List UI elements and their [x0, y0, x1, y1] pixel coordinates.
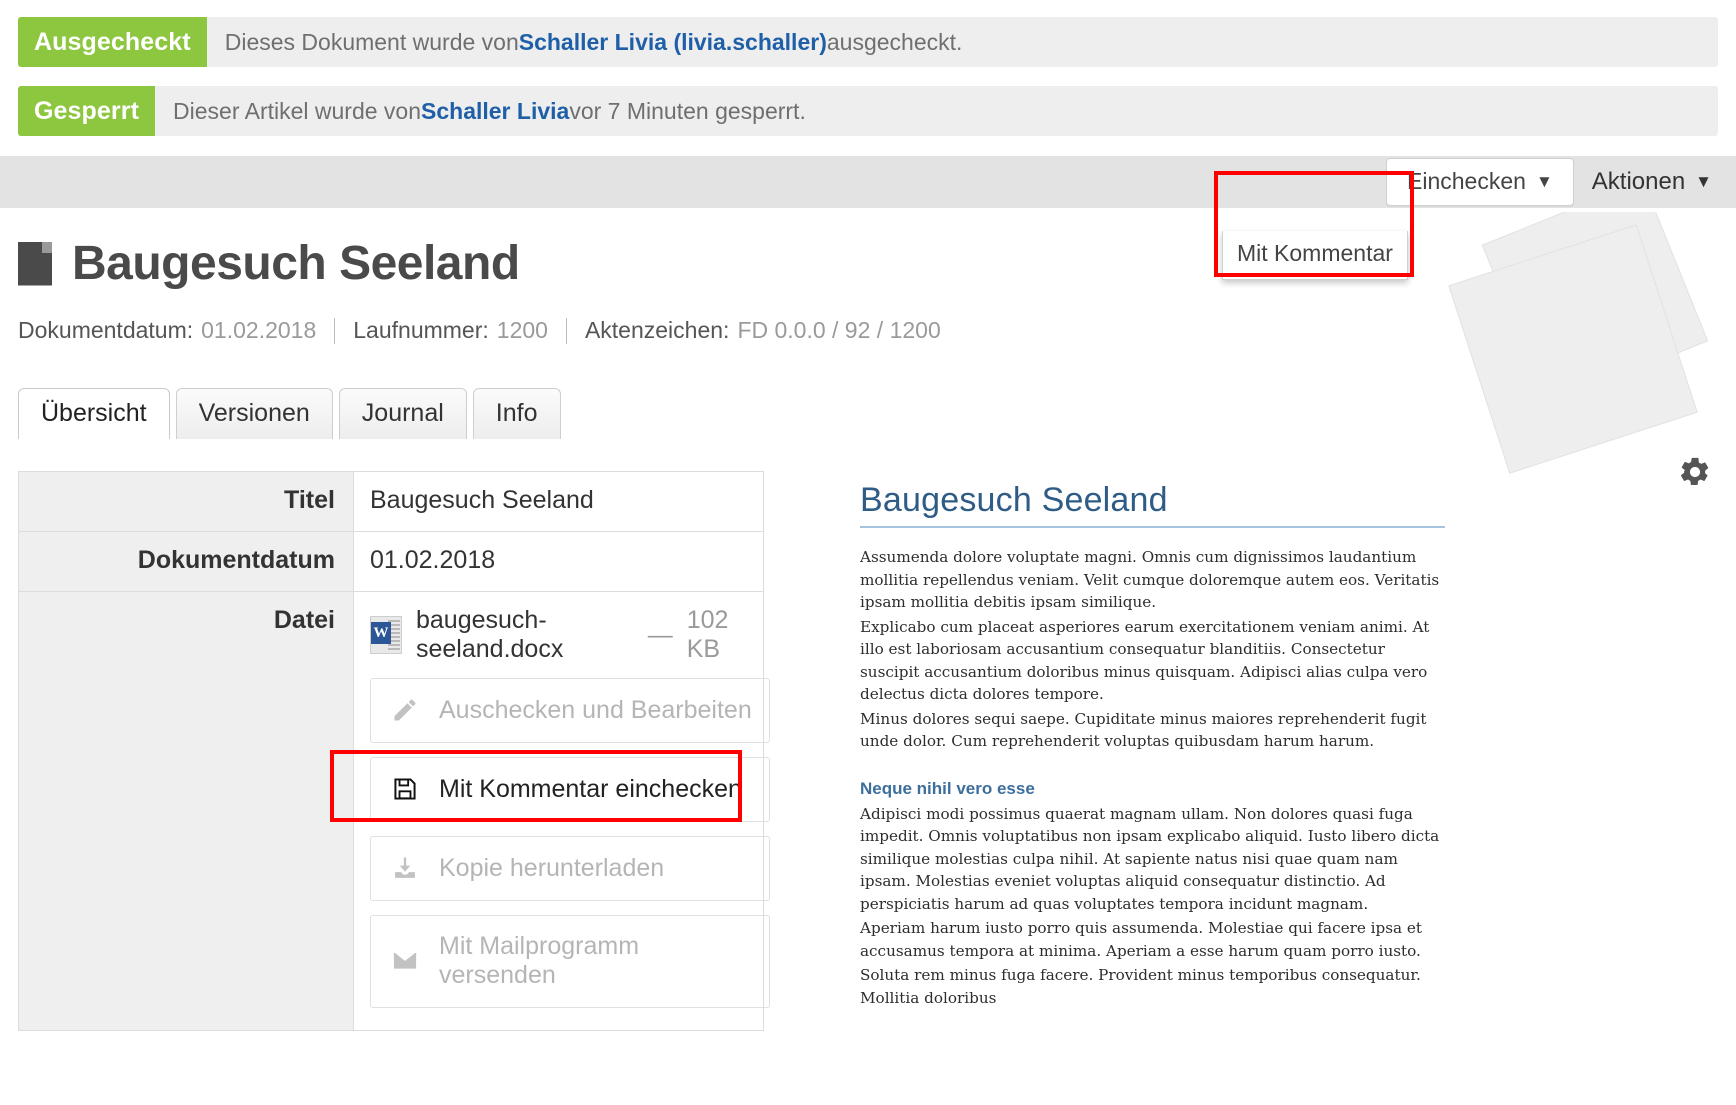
document-info-table: Titel Baugesuch Seeland Dokumentdatum 01…: [18, 471, 770, 1031]
main-content: Titel Baugesuch Seeland Dokumentdatum 01…: [0, 471, 1736, 1031]
download-icon: [389, 853, 421, 883]
lock-text-after: vor 7 Minuten gesperrt.: [569, 97, 806, 124]
mit-mailprogramm-versenden-button[interactable]: Mit Mailprogramm versenden: [370, 915, 770, 1008]
preview-title-rule: [860, 526, 1445, 528]
row-key-titel: Titel: [18, 471, 354, 532]
document-toolbar: Einchecken ▼ Aktionen ▼: [0, 156, 1736, 208]
file-name[interactable]: baugesuch-seeland.docx: [416, 606, 634, 664]
chevron-down-icon-2: ▼: [1695, 172, 1712, 191]
table-row-datei: Datei W baugesuch-seeland.docx — 102 KB: [18, 591, 770, 1031]
dropdown-item-mit-kommentar[interactable]: Mit Kommentar: [1223, 231, 1407, 279]
mit-kommentar-einchecken-label: Mit Kommentar einchecken: [439, 774, 742, 803]
document-tabs: Übersicht Versionen Journal Info: [18, 388, 1736, 439]
row-key-datei: Datei: [18, 591, 354, 1031]
aktionen-button[interactable]: Aktionen ▼: [1574, 159, 1718, 206]
meta-value-laufnummer: 1200: [496, 317, 548, 343]
tab-journal[interactable]: Journal: [338, 388, 467, 439]
kopie-herunterladen-label: Kopie herunterladen: [439, 853, 665, 882]
banner-text-before: Dieses Dokument wurde von: [224, 28, 519, 55]
status-badge-ausgecheckt: Ausgecheckt: [18, 17, 207, 67]
row-value-datei: W baugesuch-seeland.docx — 102 KB Ausche…: [353, 591, 770, 1031]
file-info-line: W baugesuch-seeland.docx — 102 KB: [370, 606, 751, 664]
word-file-icon: W: [370, 616, 402, 654]
kopie-herunterladen-button[interactable]: Kopie herunterladen: [370, 836, 770, 901]
file-separator: —: [647, 620, 673, 649]
table-row-titel: Titel Baugesuch Seeland: [18, 471, 764, 532]
lock-banner-text: Dieser Artikel wurde von Schaller Livia …: [155, 86, 806, 136]
save-icon: [389, 774, 421, 804]
toolbar-actions: Einchecken ▼ Aktionen ▼: [1386, 156, 1718, 208]
einchecken-label: Einchecken: [1407, 168, 1526, 194]
meta-value-dokumentdatum: 01.02.2018: [201, 317, 317, 343]
row-key-dokumentdatum: Dokumentdatum: [18, 531, 354, 592]
meta-value-aktenzeichen: FD 0.0.0 / 92 / 1200: [737, 317, 941, 343]
preview-column: Baugesuch Seeland Assumenda dolore volup…: [820, 471, 1736, 1031]
checkout-status-banner: Ausgecheckt Dieses Dokument wurde von Sc…: [18, 17, 1718, 67]
tab-uebersicht[interactable]: Übersicht: [18, 388, 170, 439]
user-link-schaller-livia-2[interactable]: Schaller Livia: [421, 98, 569, 125]
einchecken-dropdown-menu[interactable]: Mit Kommentar: [1222, 231, 1408, 280]
row-value-dokumentdatum: 01.02.2018: [353, 531, 764, 592]
meta-label-aktenzeichen: Aktenzeichen:: [584, 317, 730, 343]
auschecken-bearbeiten-label: Auschecken und Bearbeiten: [439, 695, 752, 724]
meta-label-dokumentdatum: Dokumentdatum:: [18, 317, 194, 343]
envelope-icon: [389, 946, 421, 976]
mit-kommentar-einchecken-button[interactable]: Mit Kommentar einchecken: [370, 757, 770, 822]
preview-sub-paragraph-3: Soluta rem minus fuga facere. Provident …: [860, 966, 1421, 1007]
preview-paragraph-2: Explicabo cum placeat asperiores earum e…: [860, 617, 1430, 704]
preview-subheading: Neque nihil vero esse: [860, 778, 1035, 798]
details-column: Titel Baugesuch Seeland Dokumentdatum 01…: [0, 471, 820, 1031]
meta-separator-2: [565, 317, 567, 344]
tab-versionen[interactable]: Versionen: [175, 388, 333, 439]
document-metadata: Dokumentdatum: 01.02.2018 Laufnummer: 12…: [18, 317, 1736, 344]
row-value-titel: Baugesuch Seeland: [353, 471, 764, 532]
auschecken-bearbeiten-button[interactable]: Auschecken und Bearbeiten: [370, 678, 770, 743]
gear-icon[interactable]: [1678, 455, 1712, 489]
preview-paragraph-3: Minus dolores sequi saepe. Cupiditate mi…: [860, 709, 1427, 751]
file-size: 102 KB: [686, 606, 729, 663]
lock-text-before: Dieser Artikel wurde von: [173, 97, 422, 124]
meta-label-laufnummer: Laufnummer:: [353, 317, 489, 343]
tab-info[interactable]: Info: [472, 388, 561, 439]
mit-mailprogramm-versenden-label: Mit Mailprogramm versenden: [439, 932, 640, 989]
checkout-banner-text: Dieses Dokument wurde von Schaller Livia…: [207, 17, 963, 67]
preview-title: Baugesuch Seeland: [860, 481, 1168, 519]
page-title: Baugesuch Seeland: [72, 237, 520, 290]
banner-text-after: ausgecheckt.: [826, 28, 963, 55]
page-title-row: Baugesuch Seeland: [18, 236, 1736, 291]
lock-status-banner: Gesperrt Dieser Artikel wurde von Schall…: [18, 86, 1718, 136]
preview-sub-paragraph-1: Adipisci modi possimus quaerat magnam ul…: [860, 804, 1440, 913]
user-link-schaller-livia[interactable]: Schaller Livia (livia.schaller): [519, 29, 827, 56]
chevron-down-icon: ▼: [1535, 172, 1553, 191]
pencil-icon: [389, 695, 421, 725]
meta-separator-1: [334, 317, 336, 344]
einchecken-button[interactable]: Einchecken ▼: [1386, 158, 1574, 206]
document-icon: [18, 241, 52, 286]
status-badge-gesperrt: Gesperrt: [18, 86, 156, 136]
preview-paragraph-1: Assumenda dolore voluptate magni. Omnis …: [860, 548, 1440, 611]
preview-sub-paragraph-2: Aperiam harum iusto porro quis assumenda…: [860, 919, 1423, 960]
table-row-dokumentdatum: Dokumentdatum 01.02.2018: [18, 531, 764, 592]
document-preview[interactable]: Baugesuch Seeland Assumenda dolore volup…: [860, 471, 1445, 1009]
aktionen-label: Aktionen: [1591, 167, 1686, 195]
